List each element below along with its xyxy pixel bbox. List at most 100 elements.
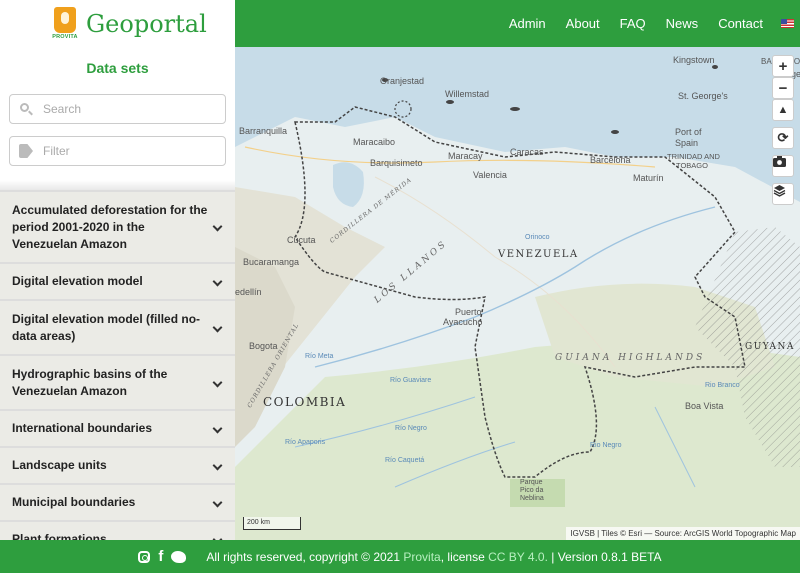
map-label: Barranquilla <box>239 126 288 136</box>
country-label-guyana: GUYANA <box>745 342 795 352</box>
layer-list: Accumulated deforestation for the period… <box>0 190 235 540</box>
river-label: Rio Negro <box>590 442 622 449</box>
map-label: Neblina <box>520 495 544 502</box>
search-field[interactable] <box>9 94 226 124</box>
layer-label: Digital elevation model <box>12 274 143 288</box>
copyright-text: All rights reserved, copyright © 2021 <box>206 549 401 564</box>
search-icon <box>19 102 33 116</box>
river-label: Rio Branco <box>705 382 740 389</box>
nav-contact[interactable]: Contact <box>718 16 763 31</box>
layer-item-dem[interactable]: Digital elevation model <box>0 262 235 299</box>
us-flag-icon[interactable] <box>781 19 794 28</box>
map-label: Pico da <box>520 487 544 494</box>
country-label-venezuela: VENEZUELA <box>498 249 579 260</box>
map-label: Spain <box>675 138 699 148</box>
divider <box>0 180 235 190</box>
map-label: Valencia <box>473 170 507 180</box>
map-label: Parque <box>520 479 543 486</box>
instagram-icon[interactable] <box>138 550 151 563</box>
map-label: Maturín <box>633 173 664 183</box>
layer-item-deforestation[interactable]: Accumulated deforestation for the period… <box>0 190 235 262</box>
nav-faq[interactable]: FAQ <box>620 16 646 31</box>
layer-label: International boundaries <box>12 421 153 435</box>
map-label: Puerto <box>455 307 482 317</box>
app-root: PROVITA Geoportal Admin About FAQ News C… <box>0 0 800 573</box>
version-text: | Version 0.8.1 BETA <box>551 549 662 564</box>
top-navbar: PROVITA Geoportal Admin About FAQ News C… <box>0 0 800 47</box>
layers-icon[interactable] <box>772 183 794 205</box>
river-label: Río Caquetá <box>385 457 425 464</box>
map-basemap <box>235 47 800 540</box>
chevron-down-icon <box>213 223 221 231</box>
filter-input[interactable] <box>43 144 213 158</box>
license-text: , license <box>440 549 485 564</box>
map-label: edellín <box>235 287 262 297</box>
sidebar: Data sets Accumulated deforestation for … <box>0 47 235 540</box>
river-label: Río Meta <box>305 353 334 360</box>
layer-item-landscape-units[interactable]: Landscape units <box>0 446 235 483</box>
map-label: Kingstown <box>673 55 715 65</box>
tag-icon <box>19 144 33 158</box>
layer-item-hydro-basins[interactable]: Hydrographic basins of the Venezuelan Am… <box>0 354 235 409</box>
map-label: Maracaibo <box>353 137 396 147</box>
map-label: Willemstad <box>445 89 490 99</box>
layer-label: Municipal boundaries <box>12 495 136 509</box>
country-label-colombia: COLOMBIA <box>263 395 347 409</box>
map-label: Barcelona <box>590 155 631 165</box>
layer-item-plant-formations[interactable]: Plant formations <box>0 520 235 540</box>
layer-label: Hydrographic basins of the Venezuelan Am… <box>12 366 168 398</box>
river-label: Orinoco <box>525 234 550 241</box>
provita-link[interactable]: Provita <box>403 550 440 564</box>
region-label: GUIANA HIGHLANDS <box>555 353 706 363</box>
map-label: Bucaramanga <box>243 257 300 267</box>
river-label: Río Negro <box>395 425 427 432</box>
chevron-down-icon <box>213 324 221 332</box>
compass-icon[interactable]: ▲ <box>772 99 794 121</box>
layer-item-dem-filled[interactable]: Digital elevation model (filled no-data … <box>0 299 235 354</box>
map-label: Port of <box>675 127 702 137</box>
sidebar-title: Data sets <box>86 60 149 76</box>
twitter-icon[interactable] <box>171 550 187 563</box>
zoom-out-button[interactable]: − <box>772 77 794 99</box>
filter-field[interactable] <box>9 136 226 166</box>
search-input[interactable] <box>43 102 213 116</box>
layer-label: Digital elevation model (filled no-data … <box>12 311 201 343</box>
map-label: St. George's <box>678 91 728 101</box>
map-label: Barquisimeto <box>370 158 423 168</box>
camera-icon[interactable] <box>772 155 794 177</box>
river-label: Río Guaviare <box>390 377 432 384</box>
logo-text: PROVITA <box>52 33 78 40</box>
layer-item-municipal[interactable]: Municipal boundaries <box>0 483 235 520</box>
map-label: Bogota <box>249 341 278 351</box>
map-label: Boa Vista <box>685 401 724 411</box>
license-link[interactable]: CC BY 4.0. <box>488 550 548 564</box>
map-view[interactable]: Kingstown BARBADOS Bridge Oranjestad Wil… <box>235 47 800 540</box>
brand-name: Geoportal <box>86 9 207 38</box>
nav-admin[interactable]: Admin <box>509 16 546 31</box>
map-label: Oranjestad <box>380 76 425 86</box>
provita-logo-icon: PROVITA <box>52 6 78 41</box>
social-links: f <box>138 548 194 565</box>
river-label: Río Apaporis <box>285 439 326 446</box>
nav-links: Admin About FAQ News Contact <box>489 0 794 47</box>
chevron-down-icon <box>213 379 221 387</box>
map-label: TRINIDAD AND <box>667 152 720 161</box>
nav-news[interactable]: News <box>666 16 699 31</box>
map-label: Caracas <box>510 147 544 157</box>
facebook-icon[interactable]: f <box>158 548 163 565</box>
brand[interactable]: PROVITA Geoportal <box>0 0 235 47</box>
map-label: TOBAGO <box>676 161 708 170</box>
scale-bar: 200 km <box>243 517 301 530</box>
chevron-down-icon <box>213 462 221 470</box>
chevron-down-icon <box>213 425 221 433</box>
map-attribution: IGVSB | Tiles © Esri — Source: ArcGIS Wo… <box>566 527 800 540</box>
map-label: Maracay <box>448 151 483 161</box>
map-label: Ayacucho <box>443 317 483 327</box>
footer: f All rights reserved, copyright © 2021 … <box>0 540 800 573</box>
layer-item-intl-boundaries[interactable]: International boundaries <box>0 409 235 446</box>
nav-about[interactable]: About <box>566 16 600 31</box>
refresh-icon[interactable]: ⟳ <box>772 127 794 149</box>
zoom-in-button[interactable]: + <box>772 55 794 77</box>
chevron-down-icon <box>213 499 221 507</box>
layer-label: Plant formations <box>12 532 107 540</box>
